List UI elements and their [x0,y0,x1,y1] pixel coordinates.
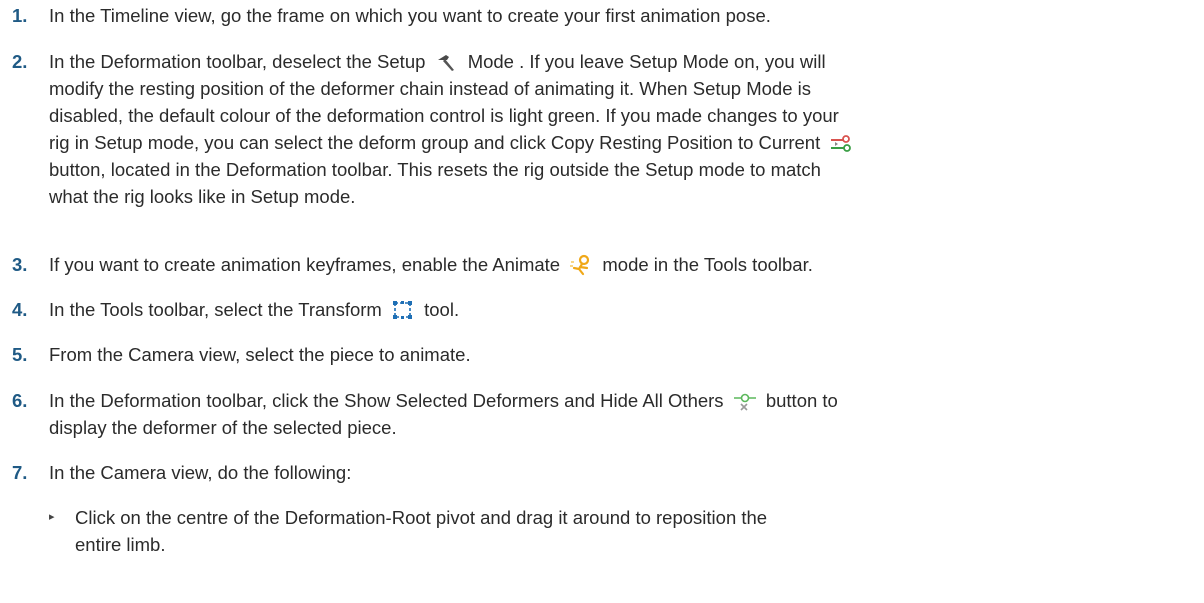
setup-mode-hammer-icon [435,51,459,73]
animate-mode-icon [569,254,593,276]
step-text: button, located in the Deformation toolb… [49,159,821,180]
step-text: If you want to create animation keyframe… [49,254,561,275]
step-text: rig in Setup mode, you can select the de… [49,132,821,153]
step-number: 3. [12,254,28,275]
step-number: 5. [12,344,28,365]
step-text: disabled, the default colour of the defo… [49,105,839,126]
transform-tool-icon [391,299,415,321]
step-text: From the Camera view, select the piece t… [49,344,471,365]
step-text: display the deformer of the selected pie… [49,417,397,438]
step-text: In the Timeline view, go the frame on wh… [49,5,771,26]
step-text: Mode . If you leave Setup Mode on, you w… [467,51,826,72]
step-text: In the Tools toolbar, select the Transfo… [49,299,382,320]
bullet-text: entire limb. [75,534,166,555]
step-text: In the Deformation toolbar, deselect the… [49,51,426,72]
step-number: 1. [12,5,28,26]
step-number: 6. [12,390,28,411]
step-number: 7. [12,462,28,483]
step-text: In the Deformation toolbar, click the Sh… [49,390,724,411]
step-text: button to [765,390,838,411]
step-text: tool. [424,299,460,320]
step-number: 4. [12,299,28,320]
step-text: what the rig looks like in Setup mode. [49,186,356,207]
step-text: mode in the Tools toolbar. [602,254,813,275]
step-number: 2. [12,51,28,72]
copy-resting-position-icon [829,132,853,154]
bullet-text: Click on the centre of the Deformation-R… [75,507,768,528]
document-page: 1. In the Timeline view, go the frame on… [0,0,1204,603]
step-text: In the Camera view, do the following: [49,462,352,483]
show-selected-deformers-icon [733,390,757,412]
step-text: modify the resting position of the defor… [49,78,811,99]
bullet-triangle-icon: ▸ [49,511,55,523]
